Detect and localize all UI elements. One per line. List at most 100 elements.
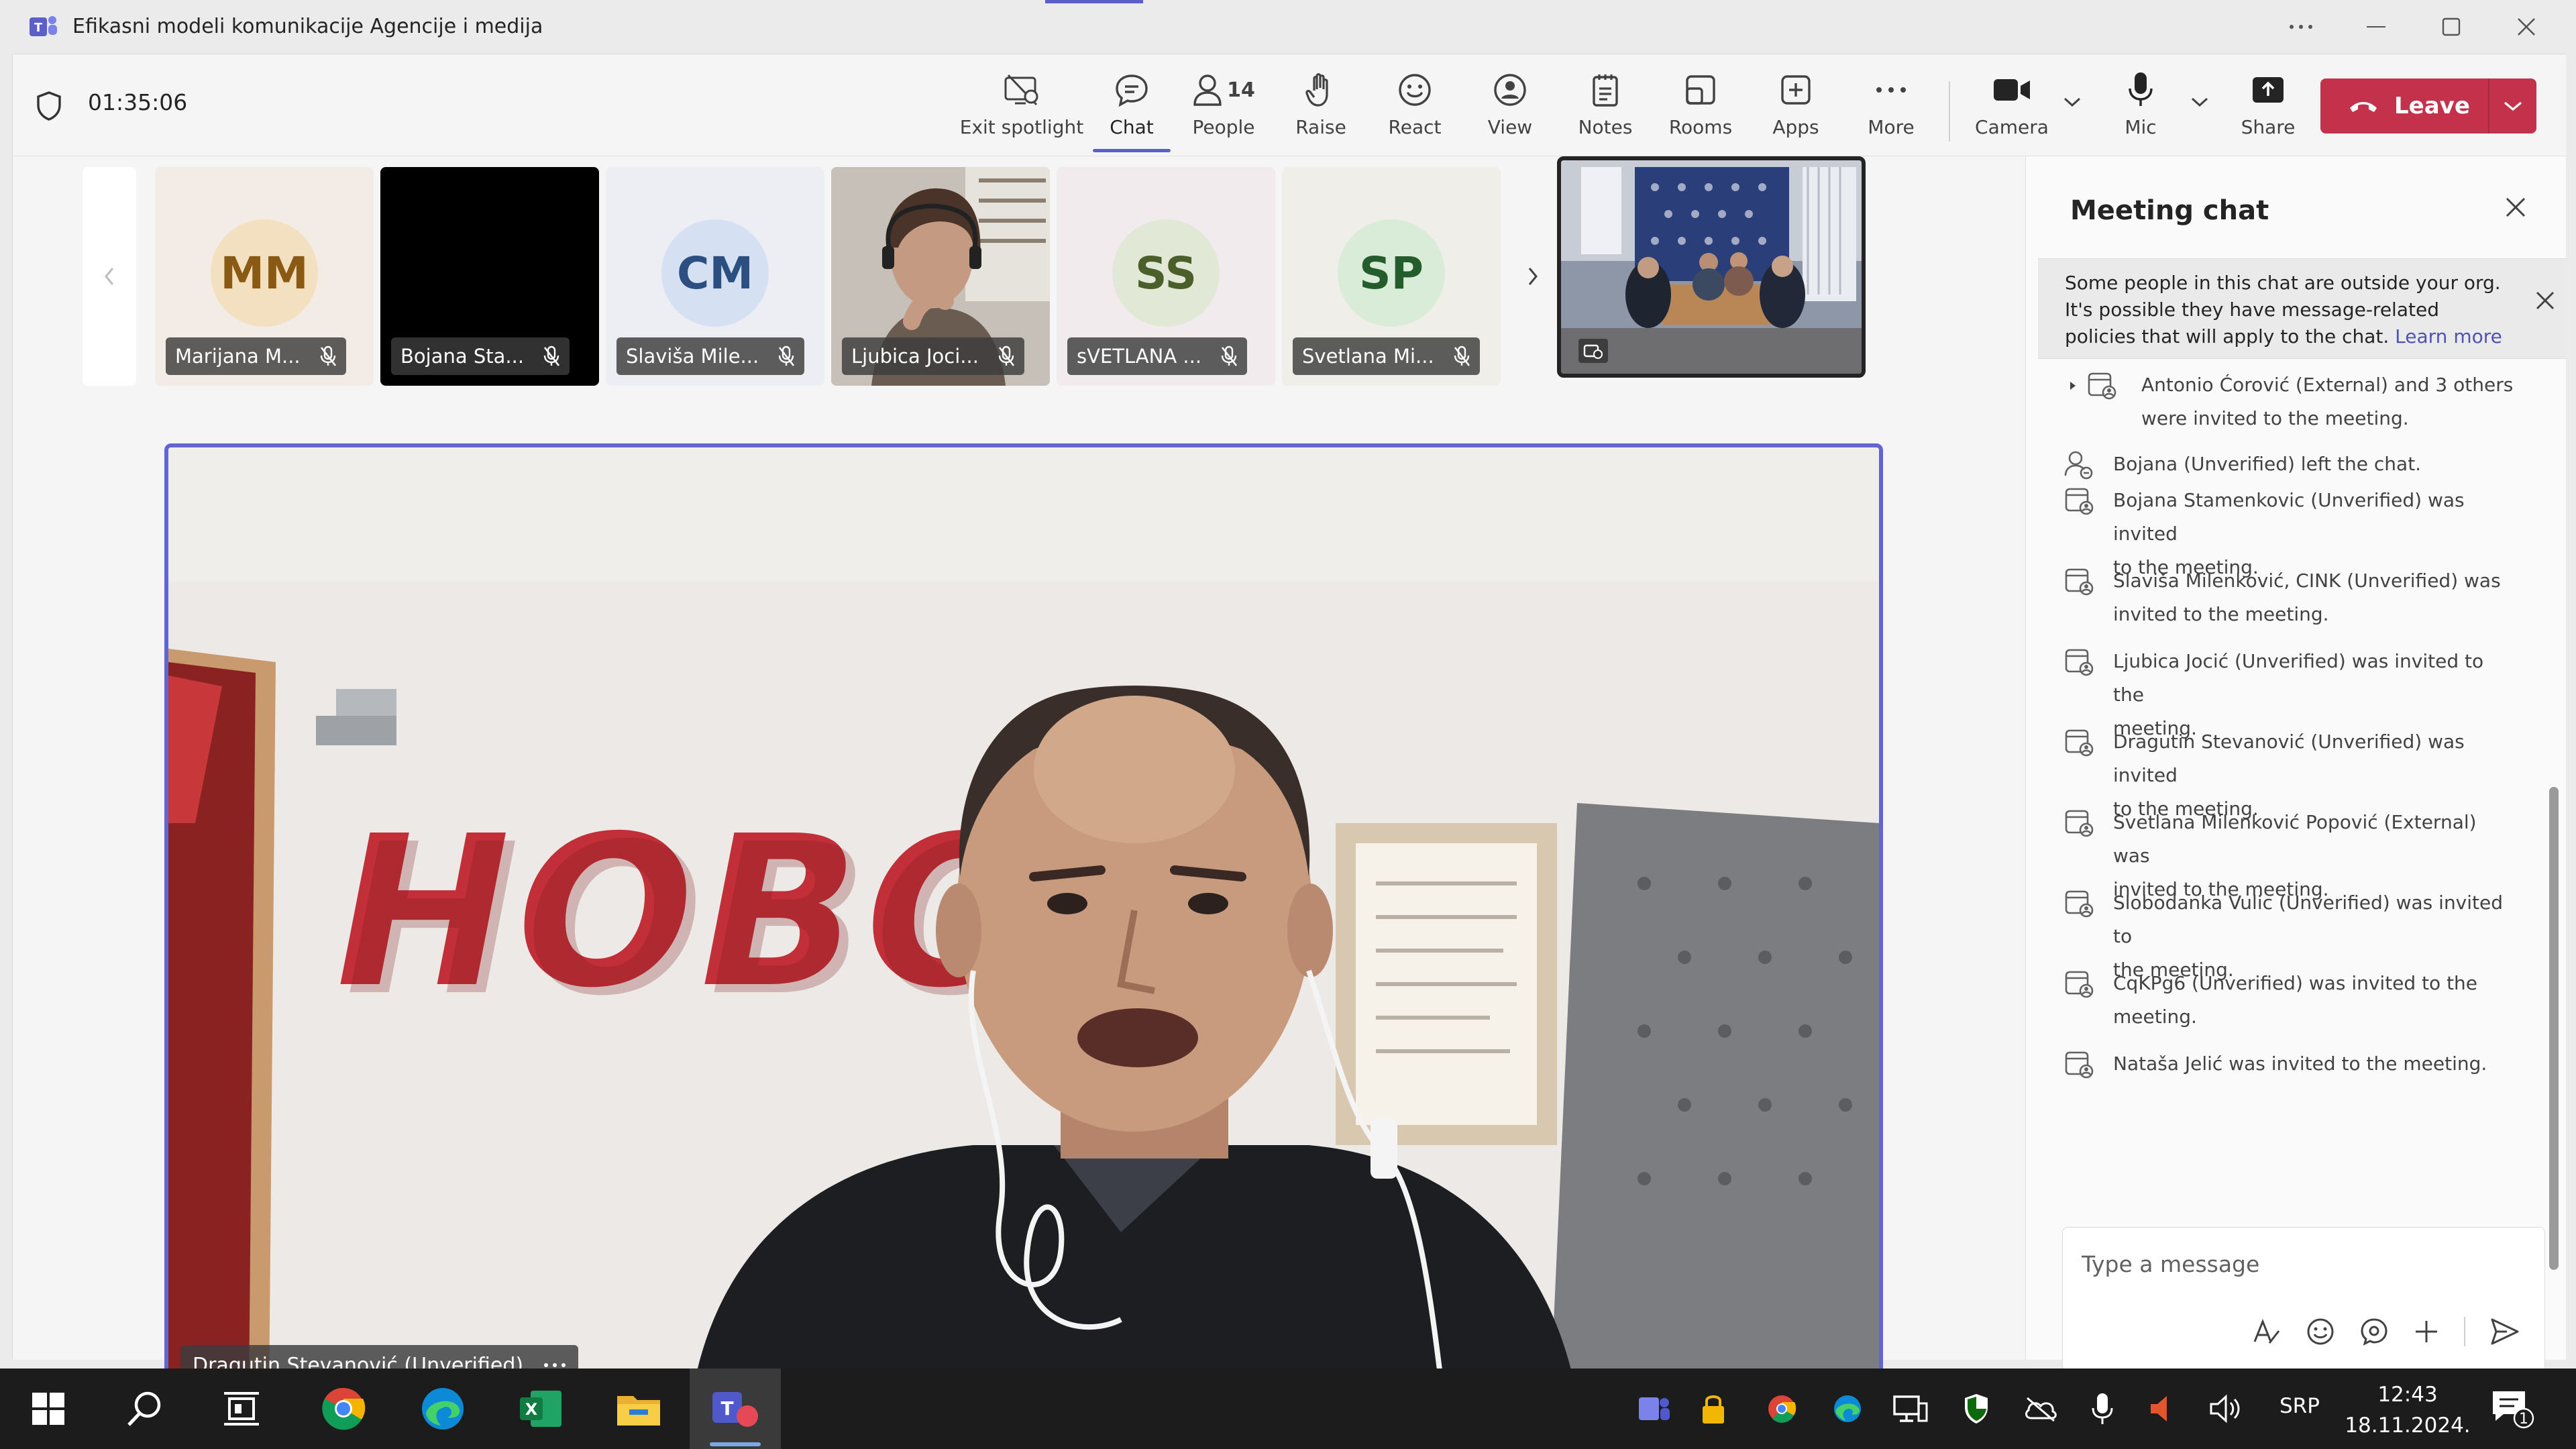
participant-avatar: MM bbox=[211, 219, 318, 327]
raise-hand-button[interactable]: Raise bbox=[1281, 69, 1361, 150]
edge-tray-icon[interactable] bbox=[1826, 1389, 1869, 1429]
calendar-add-person-icon bbox=[2065, 488, 2094, 515]
participant-tile[interactable]: CM Slaviša Mile... bbox=[606, 167, 824, 386]
close-chat-icon[interactable] bbox=[2504, 195, 2528, 219]
calendar-add-person-icon bbox=[2065, 649, 2094, 676]
meeting-timer: 01:35:06 bbox=[88, 89, 188, 115]
loop-component-icon[interactable] bbox=[2359, 1317, 2389, 1346]
calendar-add-person-icon bbox=[2065, 890, 2094, 918]
chat-message-list: Antonio Ćorović (External) and 3 others w… bbox=[2026, 359, 2542, 1191]
camera-button[interactable]: Camera bbox=[1972, 69, 2052, 150]
chat-label: Chat bbox=[1110, 116, 1154, 138]
gallery-next-button[interactable] bbox=[1506, 167, 1560, 386]
defender-tray-icon[interactable] bbox=[1955, 1389, 1998, 1429]
react-button[interactable]: React bbox=[1375, 69, 1455, 150]
window-title: Efikasni modeli komunikacije Agencije i … bbox=[72, 15, 543, 38]
spotlight-video[interactable]: НОВОС НОВОС Dragutin Stevanović (Unverif… bbox=[164, 443, 1883, 1401]
notification-center-icon[interactable]: 1 bbox=[2490, 1389, 2534, 1432]
gallery-previous-button[interactable] bbox=[83, 167, 136, 386]
emoji-icon[interactable] bbox=[2306, 1317, 2335, 1346]
leave-options-chevron-icon[interactable] bbox=[2489, 100, 2536, 112]
message-text: Antonio Ćorović (External) and 3 others w… bbox=[2141, 374, 2514, 429]
search-icon[interactable] bbox=[118, 1382, 172, 1436]
volume-tray-icon[interactable] bbox=[2204, 1389, 2247, 1429]
view-button[interactable]: View bbox=[1470, 69, 1550, 150]
microphone-icon bbox=[2129, 72, 2153, 106]
lock-tray-icon[interactable] bbox=[1692, 1389, 1735, 1429]
more-options-icon[interactable] bbox=[2267, 8, 2334, 46]
chat-scrollbar[interactable] bbox=[2549, 787, 2559, 1270]
cloud-offline-tray-icon[interactable] bbox=[2019, 1389, 2062, 1429]
start-windows-icon[interactable] bbox=[21, 1382, 75, 1436]
participant-name: Ljubica Joci... bbox=[851, 345, 979, 368]
participant-tile[interactable]: Ljubica Joci... bbox=[831, 167, 1050, 386]
participant-avatar: SP bbox=[1338, 219, 1445, 327]
speaker-video-image: НОВОС НОВОС bbox=[168, 447, 1879, 1397]
excel-icon[interactable]: X bbox=[514, 1382, 568, 1436]
chat-system-message: Bojana Stamenkovic (Unverified) was invi… bbox=[2026, 484, 2542, 578]
format-text-icon[interactable] bbox=[2251, 1316, 2282, 1347]
file-explorer-icon[interactable] bbox=[612, 1382, 665, 1436]
clock-date: 18.11.2024. bbox=[2345, 1413, 2471, 1438]
title-tab-indicator bbox=[1045, 0, 1143, 3]
learn-more-link[interactable]: Learn more bbox=[2395, 325, 2502, 347]
minimize-icon[interactable] bbox=[2343, 8, 2410, 46]
chat-system-message: Svetlana Milenković Popović (External) w… bbox=[2026, 806, 2542, 900]
exit-spotlight-label: Exit spotlight bbox=[959, 116, 1084, 138]
close-window-icon[interactable] bbox=[2493, 8, 2560, 46]
mic-off-icon bbox=[998, 345, 1014, 366]
dismiss-banner-icon[interactable] bbox=[2534, 290, 2556, 311]
participant-nameplate: Marijana M... bbox=[166, 337, 346, 375]
rooms-label: Rooms bbox=[1668, 116, 1733, 138]
teams-taskbar-icon[interactable]: T bbox=[708, 1382, 762, 1436]
taskbar-clock[interactable]: 12:43 18.11.2024. bbox=[2344, 1379, 2471, 1441]
apps-plus-icon bbox=[1781, 75, 1811, 105]
participant-avatar: CM bbox=[661, 219, 769, 327]
message-text: Bojana (Unverified) left the chat. bbox=[2113, 453, 2422, 475]
participant-tile[interactable]: Bojana Sta... bbox=[380, 167, 599, 386]
expand-caret-icon[interactable] bbox=[2069, 380, 2077, 391]
participant-tile[interactable]: SP Svetlana Mi... bbox=[1282, 167, 1501, 386]
attach-plus-icon[interactable] bbox=[2413, 1318, 2440, 1345]
mic-off-icon bbox=[543, 345, 560, 366]
input-language[interactable]: SRP bbox=[2279, 1394, 2320, 1418]
task-view-icon[interactable] bbox=[215, 1382, 268, 1436]
shield-icon bbox=[37, 91, 61, 121]
rooms-button[interactable]: Rooms bbox=[1660, 69, 1741, 150]
network-tray-icon[interactable] bbox=[1889, 1389, 1932, 1429]
message-input[interactable] bbox=[2082, 1244, 2524, 1284]
speaker-muted-tray-icon[interactable] bbox=[2140, 1389, 2183, 1429]
share-button[interactable]: Share bbox=[2228, 69, 2308, 150]
teams-tray-icon[interactable] bbox=[1633, 1389, 1676, 1429]
participant-tile[interactable]: MM Marijana M... bbox=[155, 167, 374, 386]
chrome-icon[interactable] bbox=[317, 1382, 370, 1436]
camera-icon bbox=[1994, 79, 2030, 101]
more-button[interactable]: More bbox=[1851, 69, 1931, 150]
participant-nameplate: Slaviša Mile... bbox=[616, 337, 805, 375]
toolbar-separator bbox=[1949, 81, 1950, 142]
camera-options-chevron-icon[interactable] bbox=[2063, 96, 2082, 108]
chrome-tray-icon[interactable] bbox=[1760, 1389, 1803, 1429]
share-label: Share bbox=[2241, 116, 2296, 138]
mic-button[interactable]: Mic bbox=[2100, 69, 2181, 150]
microphone-tray-icon[interactable] bbox=[2081, 1389, 2124, 1429]
room-video-tile[interactable] bbox=[1557, 156, 1866, 378]
view-label: View bbox=[1487, 116, 1533, 138]
participant-tile[interactable]: SS sVETLANA ... bbox=[1057, 167, 1275, 386]
edge-icon[interactable] bbox=[416, 1382, 470, 1436]
meeting-content: 01:35:06 Exit spotlight Chat 14 People R… bbox=[12, 54, 2567, 1401]
participant-more-icon[interactable] bbox=[543, 1362, 566, 1368]
leave-button[interactable]: Leave bbox=[2320, 78, 2536, 133]
notes-button[interactable]: Notes bbox=[1565, 69, 1646, 150]
mic-options-chevron-icon[interactable] bbox=[2190, 96, 2209, 108]
apps-button[interactable]: Apps bbox=[1756, 69, 1836, 150]
people-button[interactable]: 14 People bbox=[1180, 69, 1267, 150]
exit-spotlight-button[interactable]: Exit spotlight bbox=[955, 69, 1089, 150]
send-icon[interactable] bbox=[2489, 1317, 2520, 1346]
chat-button[interactable]: Chat bbox=[1091, 69, 1172, 152]
participant-avatar: SS bbox=[1112, 219, 1220, 327]
maximize-icon[interactable] bbox=[2418, 8, 2485, 46]
chevron-left-icon bbox=[105, 268, 114, 285]
chat-system-message: Slaviša Milenković, CINK (Unverified) wa… bbox=[2026, 564, 2542, 631]
participant-nameplate: Svetlana Mi... bbox=[1293, 337, 1480, 375]
